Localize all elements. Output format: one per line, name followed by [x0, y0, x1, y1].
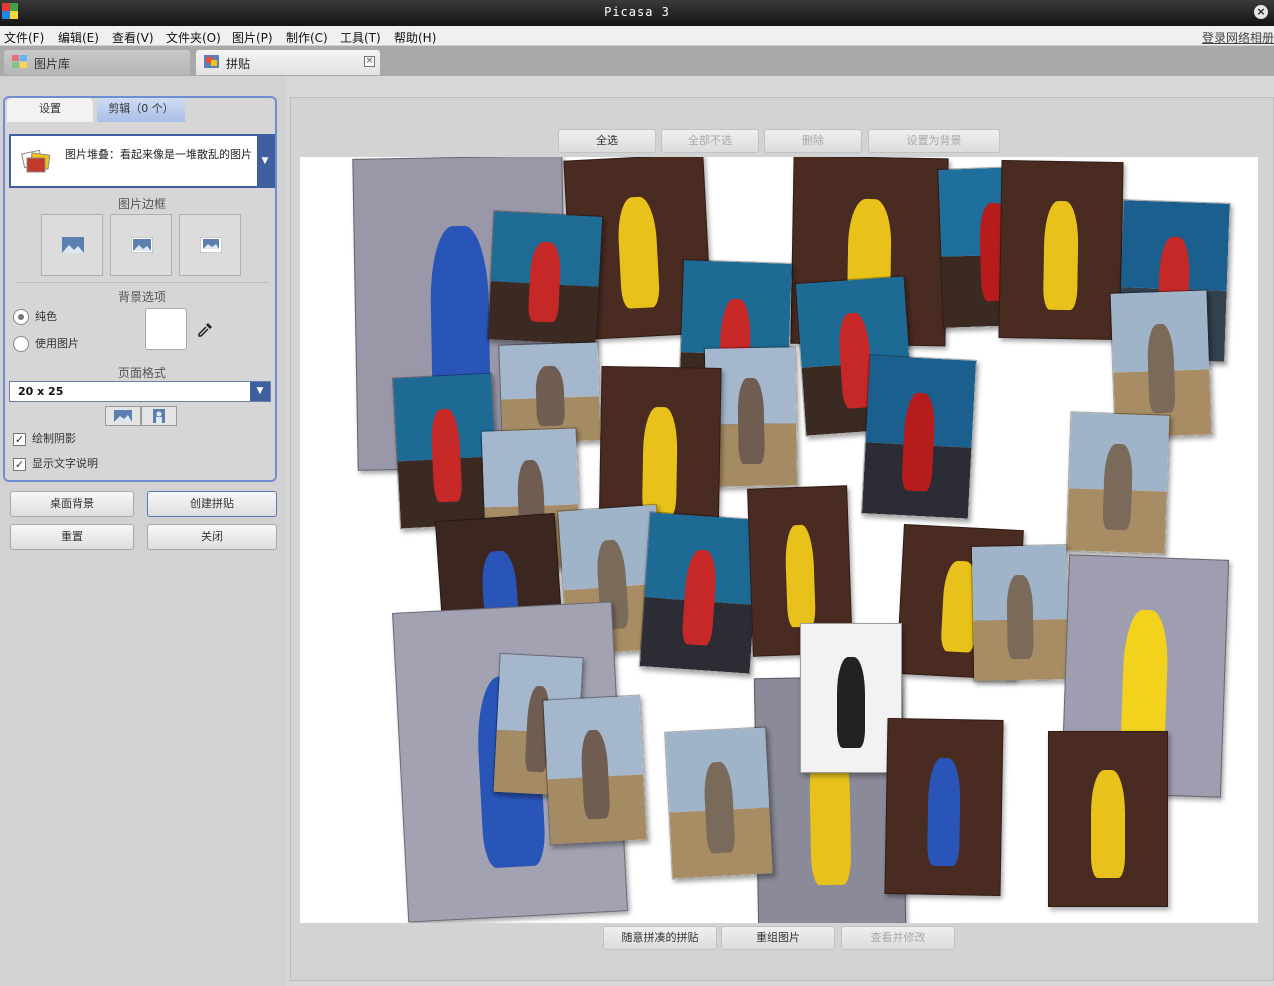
collage-photo[interactable] — [1048, 731, 1168, 907]
page-format-label: 页面格式 — [117, 366, 166, 380]
close-tab-icon[interactable]: × — [364, 56, 375, 67]
chevron-down-icon: ▼ — [250, 382, 270, 401]
bg-solid-radio[interactable] — [13, 309, 29, 325]
collage-workspace: 全选 全部不选 删除 设置为背景 随意拼凑的拼贴 重组图片 查看并修改 — [290, 97, 1274, 981]
collage-photo[interactable] — [970, 544, 1070, 682]
tab-collage[interactable]: 拼贴 × — [196, 50, 380, 75]
menu-folder[interactable]: 文件夹(O) — [166, 29, 221, 46]
title-bar: Picasa 3 × — [0, 0, 1274, 26]
menu-picture[interactable]: 图片(P) — [232, 29, 273, 46]
collage-photo[interactable] — [542, 694, 648, 846]
divider — [15, 282, 269, 283]
window-title: Picasa 3 — [604, 5, 670, 19]
collage-photo[interactable] — [486, 210, 604, 346]
bg-image-label: 使用图片 — [35, 337, 79, 350]
show-captions-checkbox[interactable]: ✓ — [13, 457, 26, 471]
deselect-all-button[interactable]: 全部不选 — [661, 129, 759, 153]
menu-create[interactable]: 制作(C) — [286, 29, 328, 46]
draw-shadow-option[interactable]: ✓ 绘制阴影 — [13, 430, 76, 446]
set-as-background-button[interactable]: 设置为背景 — [868, 129, 1000, 153]
collage-photo[interactable] — [1065, 411, 1171, 555]
collage-style-dropdown[interactable]: 图片堆叠：看起来像是一堆散乱的图片 ▼ — [9, 134, 275, 188]
tab-library-label: 图片库 — [34, 57, 71, 71]
menu-view[interactable]: 查看(V) — [112, 29, 154, 46]
collage-style-text: 图片堆叠：看起来像是一堆散乱的图片 — [65, 148, 252, 161]
select-all-button[interactable]: 全选 — [558, 129, 656, 153]
subtab-clips[interactable]: 剪辑（0 个） — [97, 98, 185, 122]
border-thin-button[interactable] — [110, 214, 172, 276]
shuffle-pictures-button[interactable]: 重组图片 — [721, 926, 835, 950]
page-format-dropdown[interactable]: 20 x 25 ▼ — [9, 381, 271, 402]
collage-photo[interactable] — [638, 511, 762, 675]
background-color-swatch[interactable] — [145, 308, 187, 350]
show-captions-label: 显示文字说明 — [32, 457, 98, 470]
tab-library[interactable]: 图片库 — [4, 50, 190, 75]
draw-shadow-label: 绘制阴影 — [32, 432, 76, 445]
collage-photo[interactable] — [884, 718, 1004, 896]
close-button[interactable]: 关闭 — [147, 524, 277, 550]
page-format-value: 20 x 25 — [18, 385, 64, 398]
chevron-down-icon: ▼ — [257, 136, 273, 186]
menu-edit[interactable]: 编辑(E) — [58, 29, 99, 46]
bg-solid-option[interactable]: 纯色 — [13, 308, 57, 325]
collage-photo[interactable] — [664, 726, 774, 880]
landscape-icon — [200, 237, 222, 253]
menu-help[interactable]: 帮助(H) — [394, 29, 436, 46]
collage-photo[interactable] — [860, 354, 978, 520]
sign-in-web-albums-link[interactable]: 登录网络相册 — [1202, 29, 1274, 46]
border-polaroid-button[interactable] — [179, 214, 241, 276]
close-window-icon[interactable]: × — [1254, 5, 1268, 19]
photo-pile-icon — [21, 149, 51, 173]
bg-image-radio[interactable] — [13, 336, 29, 352]
bg-solid-label: 纯色 — [35, 310, 57, 323]
tab-collage-label: 拼贴 — [226, 57, 251, 71]
portrait-orientation-button[interactable] — [141, 406, 177, 426]
border-none-button[interactable] — [41, 214, 103, 276]
landscape-icon — [131, 237, 153, 253]
landscape-icon — [62, 237, 84, 253]
view-and-edit-button[interactable]: 查看并修改 — [841, 926, 955, 950]
scramble-collage-button[interactable]: 随意拼凑的拼贴 — [603, 926, 717, 950]
eyedropper-icon[interactable] — [197, 322, 213, 338]
collage-settings-panel: 设置 剪辑（0 个） 图片堆叠：看起来像是一堆散乱的图片 ▼ 图片边框 背景选项… — [0, 76, 286, 986]
bg-image-option[interactable]: 使用图片 — [13, 335, 79, 352]
library-grid-icon — [12, 55, 27, 68]
collage-canvas[interactable] — [300, 157, 1258, 923]
menu-tools[interactable]: 工具(T) — [340, 29, 381, 46]
desktop-background-button[interactable]: 桌面背景 — [10, 491, 134, 517]
background-options-label: 背景选项 — [117, 290, 166, 304]
settings-box: 设置 剪辑（0 个） 图片堆叠：看起来像是一堆散乱的图片 ▼ 图片边框 背景选项… — [3, 96, 277, 482]
collage-icon — [204, 55, 219, 68]
landscape-orientation-button[interactable] — [105, 406, 141, 426]
delete-button[interactable]: 删除 — [764, 129, 862, 153]
tab-strip: 图片库 拼贴 × — [0, 46, 1274, 76]
reset-button[interactable]: 重置 — [10, 524, 134, 550]
create-collage-button[interactable]: 创建拼贴 — [147, 491, 277, 517]
subtab-settings[interactable]: 设置 — [7, 98, 93, 122]
draw-shadow-checkbox[interactable]: ✓ — [13, 432, 26, 446]
portrait-person-icon — [153, 409, 165, 423]
menu-bar: 文件(F) 编辑(E) 查看(V) 文件夹(O) 图片(P) 制作(C) 工具(… — [0, 26, 1274, 46]
landscape-icon — [114, 410, 132, 422]
menu-file[interactable]: 文件(F) — [4, 29, 44, 46]
border-label: 图片边框 — [117, 197, 166, 211]
show-captions-option[interactable]: ✓ 显示文字说明 — [13, 455, 98, 471]
collage-photo[interactable] — [998, 159, 1124, 341]
